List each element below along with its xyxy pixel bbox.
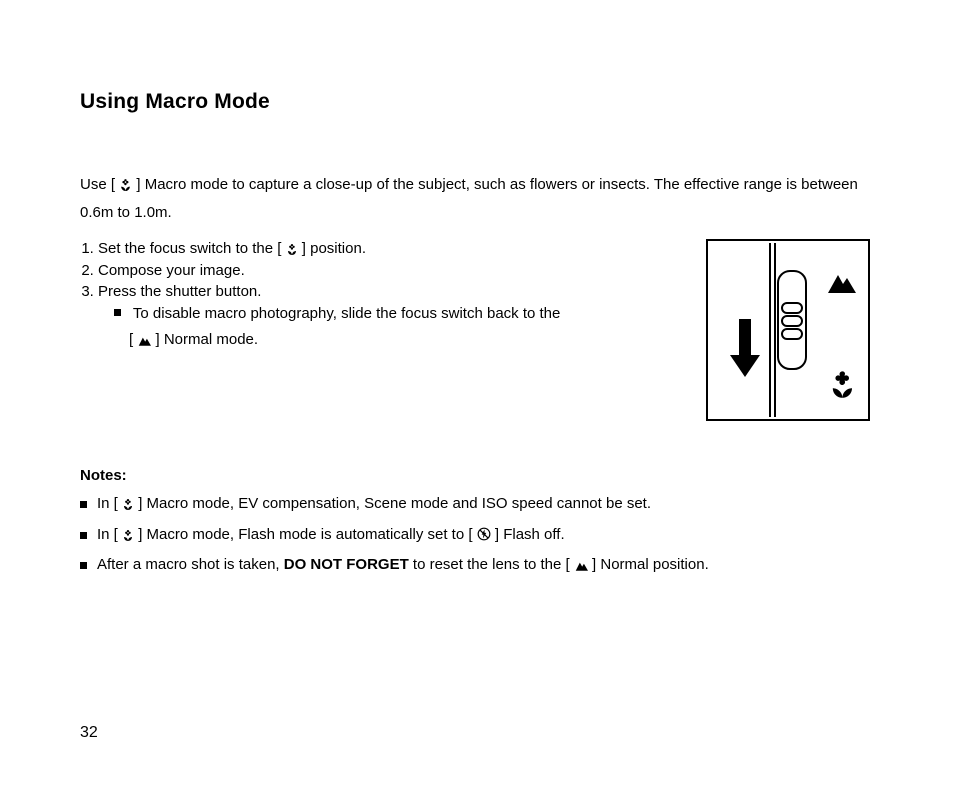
- macro-flower-icon: [122, 493, 134, 519]
- page-title: Using Macro Mode: [80, 90, 874, 114]
- notes-label: Notes:: [80, 463, 874, 489]
- note-3: After a macro shot is taken, DO NOT FORG…: [80, 552, 874, 580]
- note1-a: In [: [97, 495, 118, 512]
- focus-switch-diagram: [706, 239, 870, 421]
- step3-sub-b: [: [129, 331, 133, 348]
- step3-sublist: To disable macro photography, slide the …: [98, 304, 682, 324]
- step1-text-b: ] position.: [302, 240, 366, 257]
- note3-a: After a macro shot is taken,: [97, 556, 284, 573]
- intro-text-b: ] Macro mode to capture a close-up of th…: [80, 176, 858, 221]
- intro-paragraph: Use [ ] Macro mode to capture a close-up…: [80, 172, 874, 225]
- notes-list: In [ ] Macro mode, EV compensation, Scen…: [80, 491, 874, 580]
- step3-sub-line2: [ ] Normal mode.: [98, 330, 682, 352]
- note3-b: DO NOT FORGET: [284, 556, 409, 573]
- mountain-icon: [137, 332, 151, 352]
- intro-text-a: Use [: [80, 176, 115, 193]
- note-2: In [ ] Macro mode, Flash mode is automat…: [80, 522, 874, 550]
- notes-section: Notes: In [ ] Macro mode, EV compensatio…: [80, 463, 874, 580]
- step1-text-a: Set the focus switch to the [: [98, 240, 281, 257]
- note2-a: In [: [97, 526, 118, 543]
- mountain-icon: [574, 554, 588, 580]
- step3-sub-a: To disable macro photography, slide the …: [133, 305, 560, 322]
- step3-text: Press the shutter button.: [98, 283, 261, 300]
- note3-d: ] Normal position.: [592, 556, 709, 573]
- macro-flower-icon: [286, 241, 298, 261]
- macro-flower-icon: [122, 524, 134, 550]
- step-1: Set the focus switch to the [ ] position…: [98, 239, 682, 261]
- steps-block: Set the focus switch to the [ ] position…: [80, 239, 682, 352]
- note2-b: ] Macro mode, Flash mode is automaticall…: [138, 526, 472, 543]
- step-2: Compose your image.: [98, 261, 682, 281]
- steps-list: Set the focus switch to the [ ] position…: [80, 239, 682, 352]
- note3-c: to reset the lens to the [: [409, 556, 570, 573]
- step3-sub-c: ] Normal mode.: [156, 331, 259, 348]
- page: Using Macro Mode Use [ ] Macro mode to c…: [0, 0, 954, 792]
- step3-sub-item: To disable macro photography, slide the …: [114, 304, 682, 324]
- note-1: In [ ] Macro mode, EV compensation, Scen…: [80, 491, 874, 519]
- page-number: 32: [80, 724, 98, 742]
- macro-flower-icon: [119, 174, 132, 200]
- note1-b: ] Macro mode, EV compensation, Scene mod…: [138, 495, 651, 512]
- flash-off-icon: [477, 524, 491, 550]
- step-3: Press the shutter button. To disable mac…: [98, 282, 682, 353]
- content-row: Set the focus switch to the [ ] position…: [80, 239, 874, 421]
- note2-c: ] Flash off.: [495, 526, 565, 543]
